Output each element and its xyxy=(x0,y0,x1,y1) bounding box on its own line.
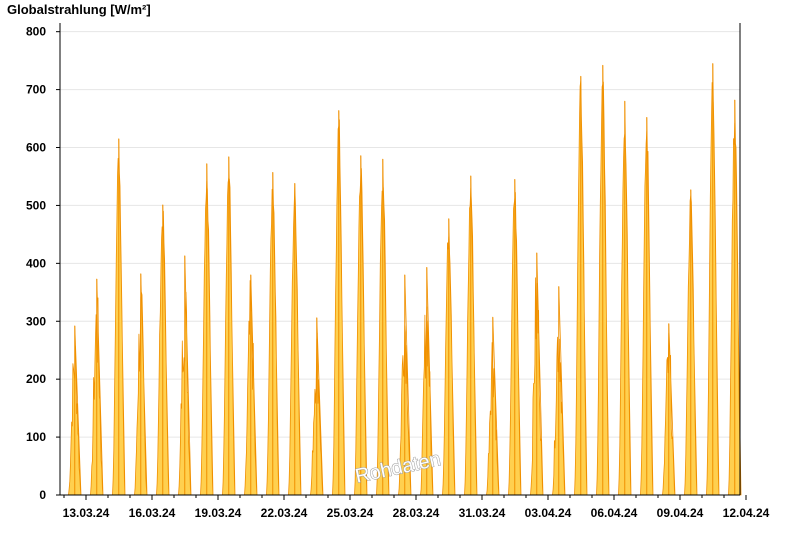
y-tick-label: 700 xyxy=(26,83,46,97)
y-tick-label: 600 xyxy=(26,141,46,155)
data-layer xyxy=(68,63,742,496)
chart-title: Globalstrahlung [W/m²] xyxy=(7,2,151,17)
x-tick-label: 09.04.24 xyxy=(657,506,704,520)
y-tick-label: 300 xyxy=(26,314,46,328)
x-tick-label: 28.03.24 xyxy=(393,506,440,520)
y-tick-label: 800 xyxy=(26,25,46,39)
y-tick-label: 200 xyxy=(26,372,46,386)
x-tick-label: 31.03.24 xyxy=(459,506,506,520)
x-tick-label: 19.03.24 xyxy=(195,506,242,520)
x-tick-label: 25.03.24 xyxy=(327,506,374,520)
x-tick-label: 13.03.24 xyxy=(63,506,110,520)
chart-svg: Globalstrahlung [W/m²] 0 100 200 300 400 500 6… xyxy=(7,2,770,520)
y-tick-label: 100 xyxy=(26,430,46,444)
y-tick-label: 0 xyxy=(39,488,46,502)
x-tick-label: 03.04.24 xyxy=(525,506,572,520)
x-tick-label: 12.04.24 xyxy=(723,506,770,520)
x-tick-label: 16.03.24 xyxy=(129,506,176,520)
y-tick-label: 400 xyxy=(26,256,46,270)
x-tick-label: 06.04.24 xyxy=(591,506,638,520)
x-tick-label: 22.03.24 xyxy=(261,506,308,520)
y-tick-label: 500 xyxy=(26,198,46,212)
